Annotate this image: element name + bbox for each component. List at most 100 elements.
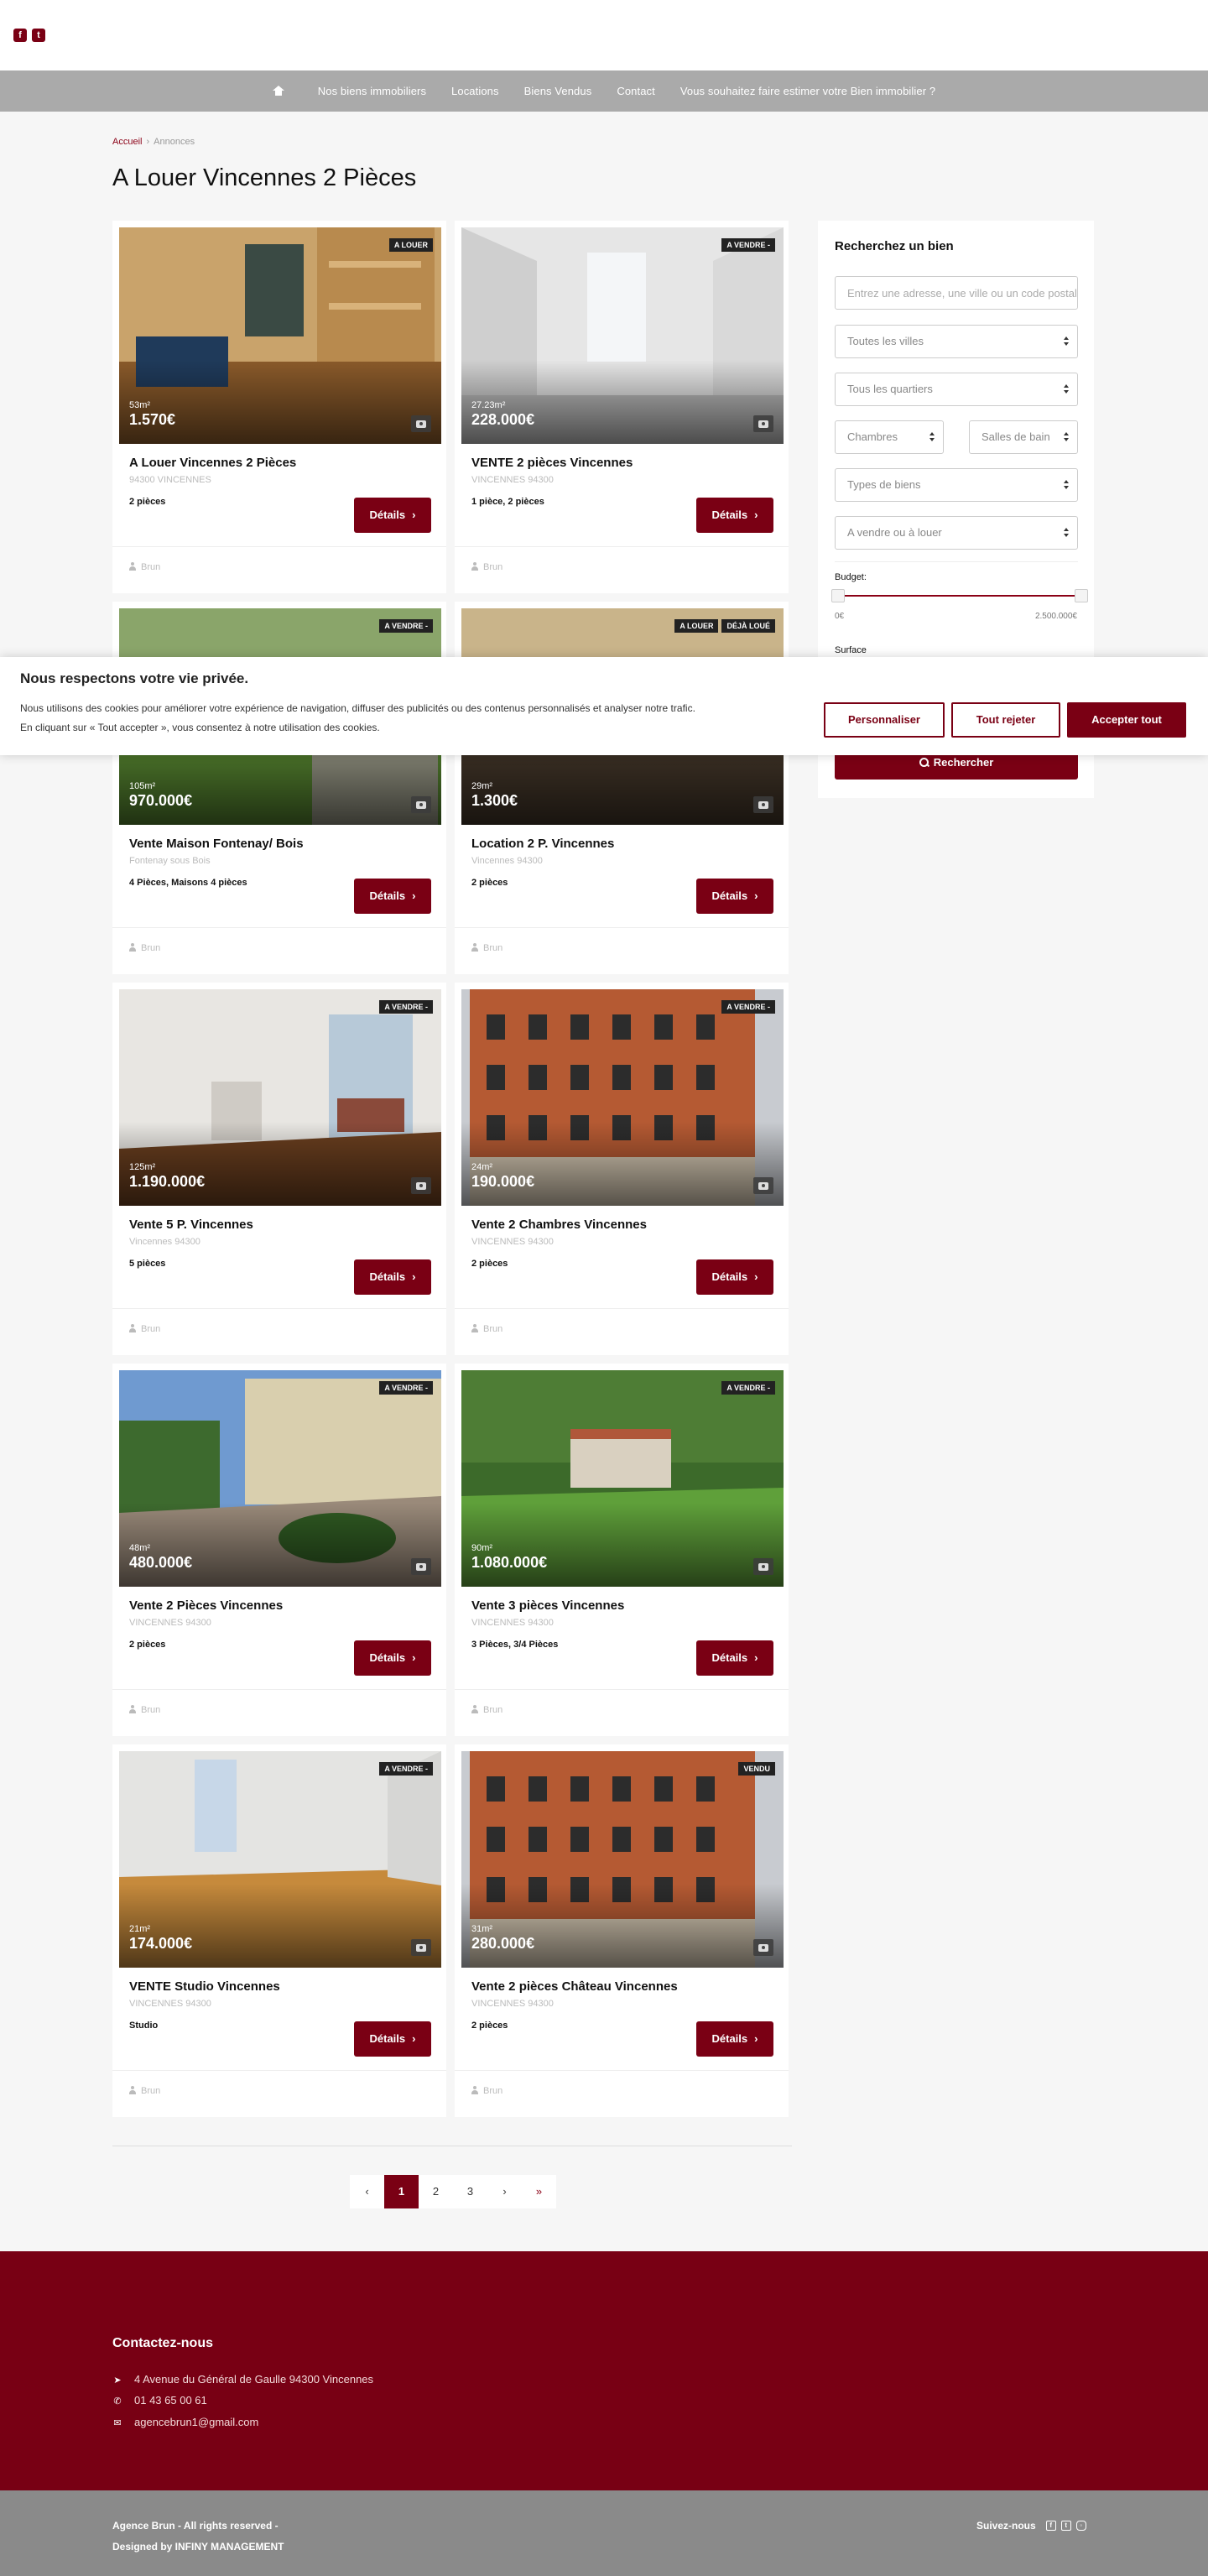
cookie-title: Nous respectons votre vie privée. <box>20 670 249 686</box>
nav-item-estimation[interactable]: Vous souhaitez faire estimer votre Bien … <box>680 86 935 96</box>
camera-icon[interactable] <box>753 1177 773 1194</box>
listing-title[interactable]: Location 2 P. Vincennes <box>471 837 614 851</box>
camera-icon[interactable] <box>411 1939 431 1956</box>
listing-title[interactable]: Vente 2 Pièces Vincennes <box>129 1598 283 1613</box>
details-button[interactable]: Détails › <box>354 879 431 914</box>
details-button[interactable]: Détails › <box>696 1640 773 1676</box>
details-button[interactable]: Détails › <box>696 1259 773 1295</box>
listing-title[interactable]: VENTE 2 pièces Vincennes <box>471 456 633 470</box>
property-type-select[interactable]: Types de biens <box>835 468 1078 502</box>
details-button[interactable]: Détails › <box>354 1640 431 1676</box>
listing-card[interactable]: VENDU 31m² 280.000€ Vente 2 pièces Châte… <box>455 1744 789 2117</box>
listing-title[interactable]: Vente Maison Fontenay/ Bois <box>129 837 304 851</box>
listing-card[interactable]: A VENDRE - 24m² 190.000€ Vente 2 Chambre… <box>455 983 789 1355</box>
listing-card[interactable]: A VENDRE - 48m² 480.000€ Vente 2 Pièces … <box>112 1364 446 1736</box>
transaction-select[interactable]: A vendre ou à louer <box>835 516 1078 550</box>
listing-price: 1.080.000€ <box>471 1554 548 1571</box>
listing-title[interactable]: A Louer Vincennes 2 Pièces <box>129 456 296 470</box>
user-icon <box>129 562 136 571</box>
listing-card[interactable]: A VENDRE - 90m² 1.080.000€ Vente 3 pièce… <box>455 1364 789 1736</box>
status-badge: A LOUER <box>674 619 719 633</box>
camera-icon[interactable] <box>411 1558 431 1575</box>
budget-slider[interactable] <box>831 589 1088 602</box>
listing-photo[interactable]: A VENDRE - 27.23m² 228.000€ <box>461 227 784 444</box>
nav-item-biens-vendus[interactable]: Biens Vendus <box>524 86 592 96</box>
nav-item-locations[interactable]: Locations <box>451 86 499 96</box>
listing-card[interactable]: A VENDRE - 21m² 174.000€ VENTE Studio Vi… <box>112 1744 446 2117</box>
facebook-icon[interactable]: f <box>13 29 27 42</box>
pagination: ‹ 1 2 3 › » <box>350 2175 556 2208</box>
sort-arrows-icon <box>1064 336 1069 347</box>
details-button[interactable]: Détails › <box>354 498 431 533</box>
footer-email: ✉ agencebrun1@gmail.com <box>112 2416 258 2428</box>
pagination-page-1[interactable]: 1 <box>384 2175 419 2208</box>
listing-photo[interactable]: A VENDRE - 90m² 1.080.000€ <box>461 1370 784 1587</box>
listing-photo[interactable]: A VENDRE - 21m² 174.000€ <box>119 1751 441 1968</box>
home-link[interactable] <box>272 85 293 97</box>
address-search-input[interactable] <box>835 276 1078 310</box>
pagination-page-2[interactable]: 2 <box>419 2175 453 2208</box>
chevron-right-icon: › <box>754 2032 758 2045</box>
details-button[interactable]: Détails › <box>696 498 773 533</box>
listing-title[interactable]: Vente 2 Chambres Vincennes <box>471 1218 647 1232</box>
user-icon <box>471 943 478 952</box>
camera-icon[interactable] <box>753 796 773 813</box>
camera-icon[interactable] <box>411 415 431 432</box>
listing-title[interactable]: Vente 2 pièces Château Vincennes <box>471 1979 678 1994</box>
bedrooms-select[interactable]: Chambres <box>835 420 944 454</box>
listing-photo[interactable]: VENDU 31m² 280.000€ <box>461 1751 784 1968</box>
camera-icon[interactable] <box>753 415 773 432</box>
listing-title[interactable]: VENTE Studio Vincennes <box>129 1979 280 1994</box>
listing-card[interactable]: A VENDRE - 27.23m² 228.000€ VENTE 2 pièc… <box>455 221 789 593</box>
details-button[interactable]: Détails › <box>696 879 773 914</box>
cookie-customize-button[interactable]: Personnaliser <box>824 702 945 738</box>
nav-item-biens[interactable]: Nos biens immobiliers <box>318 86 426 96</box>
instagram-icon[interactable]: ◦ <box>1075 2521 1086 2531</box>
twitter-icon[interactable]: t <box>32 29 45 42</box>
cookie-reject-button[interactable]: Tout rejeter <box>951 702 1060 738</box>
twitter-icon[interactable]: t <box>1060 2521 1071 2531</box>
pagination-prev[interactable]: ‹ <box>350 2175 384 2208</box>
listing-badges: A VENDRE - <box>379 1381 433 1395</box>
footer-phone-text[interactable]: 01 43 65 00 61 <box>134 2394 207 2407</box>
district-select[interactable]: Tous les quartiers <box>835 373 1078 406</box>
budget-max-handle[interactable] <box>1075 589 1088 602</box>
breadcrumb-home[interactable]: Accueil <box>112 137 142 147</box>
listing-card[interactable]: A VENDRE - 125m² 1.190.000€ Vente 5 P. V… <box>112 983 446 1355</box>
city-select[interactable]: Toutes les villes <box>835 325 1078 358</box>
budget-min-handle[interactable] <box>831 589 845 602</box>
listing-photo[interactable]: A VENDRE - 48m² 480.000€ <box>119 1370 441 1587</box>
listing-area: 27.23m² <box>471 400 506 410</box>
facebook-icon[interactable]: f <box>1045 2521 1056 2531</box>
listing-price: 174.000€ <box>129 1935 193 1952</box>
listing-title[interactable]: Vente 3 pièces Vincennes <box>471 1598 624 1613</box>
pagination-last[interactable]: » <box>522 2175 556 2208</box>
listing-photo[interactable]: A LOUER 53m² 1.570€ <box>119 227 441 444</box>
camera-icon[interactable] <box>411 796 431 813</box>
listing-agent: Brun <box>471 1705 502 1715</box>
listing-rooms: 2 pièces <box>129 497 166 507</box>
camera-icon[interactable] <box>753 1558 773 1575</box>
photo-shade <box>461 1884 784 1968</box>
footer-email-text[interactable]: agencebrun1@gmail.com <box>134 2416 258 2428</box>
pagination-page-3[interactable]: 3 <box>453 2175 487 2208</box>
nav-item-contact[interactable]: Contact <box>617 86 655 96</box>
chevron-right-icon: › <box>754 508 758 521</box>
cookie-accept-button[interactable]: Accepter tout <box>1067 702 1186 738</box>
bathrooms-select[interactable]: Salles de bain <box>969 420 1078 454</box>
details-button[interactable]: Détails › <box>354 1259 431 1295</box>
details-button[interactable]: Détails › <box>354 2021 431 2057</box>
pagination-next[interactable]: › <box>487 2175 522 2208</box>
listing-card[interactable]: A LOUER 53m² 1.570€ A Louer Vincennes 2 … <box>112 221 446 593</box>
listing-photo[interactable]: A VENDRE - 125m² 1.190.000€ <box>119 989 441 1206</box>
details-button[interactable]: Détails › <box>696 2021 773 2057</box>
camera-icon[interactable] <box>753 1939 773 1956</box>
camera-icon[interactable] <box>411 1177 431 1194</box>
listing-agent: Brun <box>471 562 502 572</box>
listing-title[interactable]: Vente 5 P. Vincennes <box>129 1218 253 1232</box>
listing-area: 24m² <box>471 1162 493 1172</box>
details-label: Détails <box>369 2032 406 2045</box>
user-icon <box>471 2086 478 2094</box>
listing-photo[interactable]: A VENDRE - 24m² 190.000€ <box>461 989 784 1206</box>
sort-arrows-icon <box>1064 528 1069 538</box>
